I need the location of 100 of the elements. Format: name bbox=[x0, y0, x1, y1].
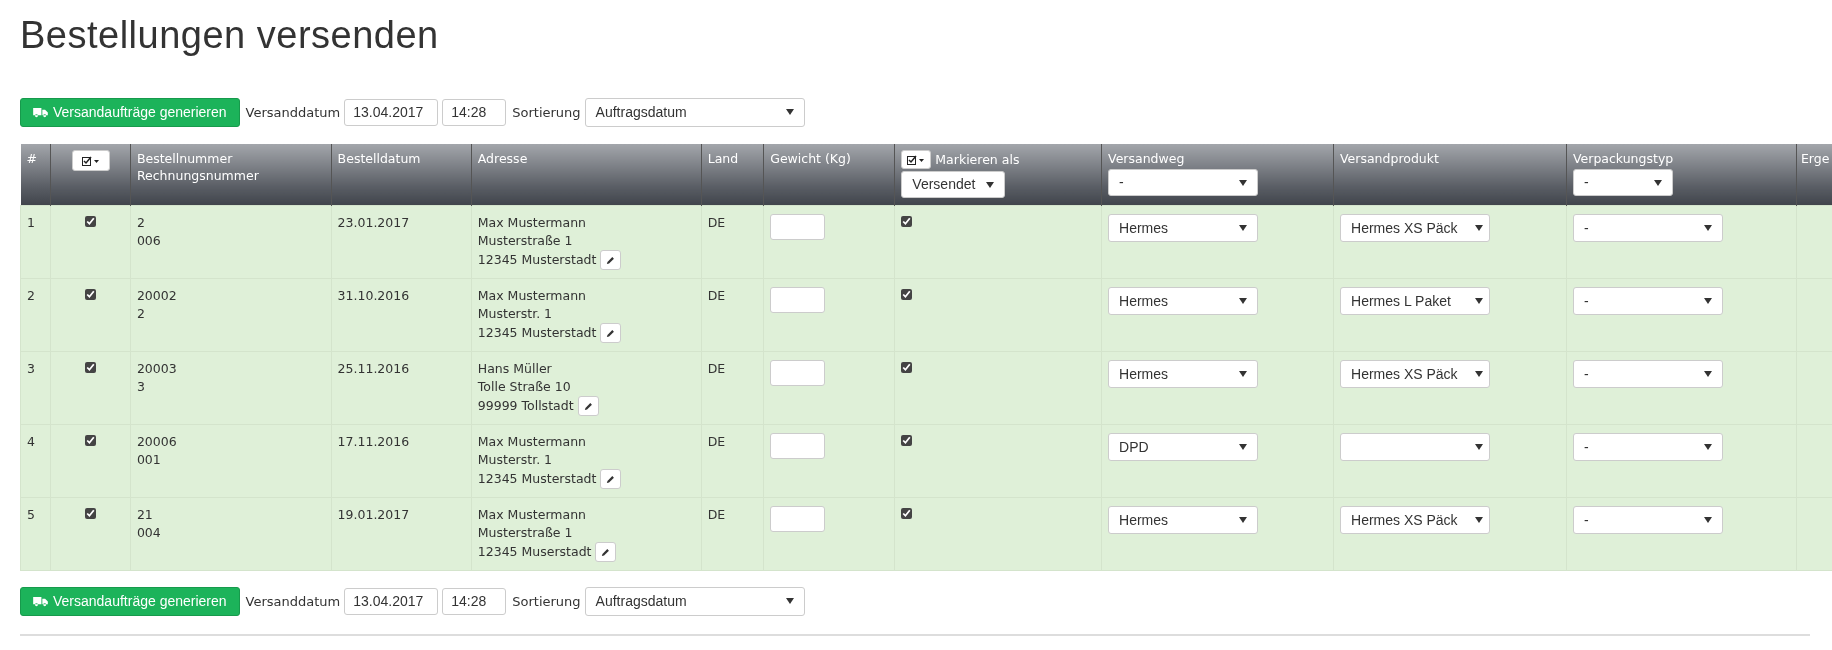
row-number: 4 bbox=[27, 434, 35, 449]
caret-icon bbox=[785, 598, 794, 604]
caret-icon bbox=[1475, 444, 1483, 450]
address-line: 99999 Tollstadt bbox=[477, 397, 574, 415]
row-checkbox[interactable] bbox=[85, 216, 97, 227]
packaging-type-dropdown[interactable]: - bbox=[1572, 214, 1723, 242]
checkbox-caret-icon bbox=[81, 155, 100, 166]
column-header: Markieren als bbox=[935, 151, 1020, 168]
row-number: 1 bbox=[27, 215, 35, 230]
checkbox-caret-icon bbox=[907, 154, 926, 165]
packaging-type-dropdown[interactable]: - bbox=[1572, 360, 1723, 388]
pencil-icon bbox=[606, 328, 616, 338]
address-line: 12345 Musterstadt bbox=[477, 324, 597, 342]
address-line: Max Mustermann bbox=[477, 506, 586, 524]
caret-icon bbox=[1239, 225, 1248, 231]
shipping-method-dropdown[interactable]: Hermes bbox=[1108, 360, 1259, 388]
sort-dropdown[interactable]: Auftragsdatum bbox=[584, 586, 805, 616]
caret-icon bbox=[1239, 444, 1248, 450]
order-number: 21 bbox=[136, 506, 154, 524]
shipping-product-dropdown[interactable]: Hermes XS Päck bbox=[1340, 506, 1490, 534]
address-line: Musterstr. 1 bbox=[477, 451, 553, 469]
address-line: 12345 Musterstadt bbox=[477, 470, 597, 488]
edit-button[interactable] bbox=[600, 250, 622, 270]
row-checkbox[interactable] bbox=[85, 362, 97, 373]
sort-label: Sortierung bbox=[512, 104, 581, 120]
select-all-dropdown-button[interactable] bbox=[71, 150, 110, 171]
shipping-time-field[interactable]: 14:28 bbox=[442, 98, 507, 126]
column-header: Land bbox=[707, 150, 740, 167]
row-checkbox[interactable] bbox=[85, 289, 97, 300]
mark-checkbox[interactable] bbox=[901, 508, 913, 519]
shipping-date-field[interactable]: 13.04.2017 bbox=[344, 587, 439, 615]
shipping-product-dropdown[interactable]: Hermes XS Päck bbox=[1340, 360, 1490, 388]
shipping-method-dropdown[interactable]: Hermes bbox=[1108, 506, 1259, 534]
edit-button[interactable] bbox=[600, 323, 622, 343]
page-title: Bestellungen versenden bbox=[20, 13, 440, 58]
invoice-number: 001 bbox=[136, 451, 162, 469]
order-number: 20002 bbox=[136, 287, 178, 305]
shipping-method-dropdown[interactable]: Hermes bbox=[1108, 287, 1259, 315]
row-number: 2 bbox=[27, 288, 35, 303]
caret-icon bbox=[986, 181, 995, 188]
shipping-product-dropdown[interactable]: Hermes XS Päck bbox=[1340, 214, 1490, 242]
pencil-icon bbox=[583, 401, 593, 411]
caret-icon bbox=[1703, 225, 1712, 231]
caret-icon bbox=[1475, 517, 1483, 523]
caret-icon bbox=[1239, 517, 1248, 523]
weight-field[interactable] bbox=[770, 360, 826, 386]
select-all-dropdown-button[interactable] bbox=[901, 150, 932, 169]
filter-dropdown[interactable]: - bbox=[1108, 169, 1259, 196]
mark-checkbox[interactable] bbox=[901, 435, 913, 446]
truck-icon bbox=[33, 106, 48, 118]
edit-button[interactable] bbox=[600, 469, 622, 489]
address-line: 12345 Muserstadt bbox=[477, 543, 592, 561]
mark-as-dropdown[interactable]: Versendet bbox=[901, 171, 1006, 198]
caret-icon bbox=[1703, 517, 1712, 523]
column-header: Verpackungstyp bbox=[1572, 150, 1675, 167]
address-line: 12345 Musterstadt bbox=[477, 251, 597, 269]
shipping-method-dropdown[interactable]: Hermes bbox=[1108, 214, 1259, 242]
address-line: Max Mustermann bbox=[477, 287, 586, 305]
packaging-type-dropdown[interactable]: - bbox=[1572, 506, 1723, 534]
shipping-method-dropdown[interactable]: DPD bbox=[1108, 433, 1259, 461]
weight-field[interactable] bbox=[770, 214, 826, 240]
packaging-type-dropdown[interactable]: - bbox=[1572, 287, 1723, 315]
mark-checkbox[interactable] bbox=[901, 216, 913, 227]
invoice-number: 2 bbox=[136, 305, 146, 323]
caret-icon bbox=[1475, 371, 1483, 377]
order-number: 20003 bbox=[136, 360, 178, 378]
caret-icon bbox=[1239, 371, 1248, 377]
caret-icon bbox=[1703, 444, 1712, 450]
caret-icon bbox=[1239, 298, 1248, 304]
packaging-type-dropdown[interactable]: - bbox=[1572, 433, 1723, 461]
mark-checkbox[interactable] bbox=[901, 289, 913, 300]
caret-icon bbox=[1239, 179, 1248, 186]
shipping-time-field[interactable]: 14:28 bbox=[442, 587, 507, 615]
address-line: Musterstraße 1 bbox=[477, 524, 573, 542]
order-date: 31.10.2016 bbox=[337, 288, 410, 303]
filter-dropdown[interactable]: - bbox=[1572, 169, 1673, 196]
invoice-number: 004 bbox=[136, 524, 162, 542]
column-header: # bbox=[26, 150, 38, 167]
order-number: 2 bbox=[136, 214, 146, 232]
row-checkbox[interactable] bbox=[85, 508, 97, 519]
weight-field[interactable] bbox=[770, 433, 826, 459]
sort-dropdown[interactable]: Auftragsdatum bbox=[584, 97, 805, 127]
row-number: 3 bbox=[27, 361, 35, 376]
order-date: 25.11.2016 bbox=[337, 361, 410, 376]
pencil-icon bbox=[606, 474, 616, 484]
shipping-date-field[interactable]: 13.04.2017 bbox=[344, 98, 439, 126]
country-code: DE bbox=[707, 361, 726, 376]
column-header: Bestelldatum bbox=[337, 150, 422, 167]
row-checkbox[interactable] bbox=[85, 435, 97, 446]
edit-button[interactable] bbox=[577, 396, 599, 416]
edit-button[interactable] bbox=[595, 542, 617, 562]
weight-field[interactable] bbox=[770, 506, 826, 532]
shipping-product-dropdown[interactable]: Hermes L Paket bbox=[1340, 287, 1490, 315]
address-line: Musterstraße 1 bbox=[477, 232, 573, 250]
weight-field[interactable] bbox=[770, 287, 826, 313]
truck-icon bbox=[33, 595, 48, 607]
address-line: Hans Müller bbox=[477, 360, 552, 378]
mark-checkbox[interactable] bbox=[901, 362, 913, 373]
column-header: Versandweg bbox=[1108, 150, 1186, 167]
column-header: Adresse bbox=[477, 150, 529, 167]
